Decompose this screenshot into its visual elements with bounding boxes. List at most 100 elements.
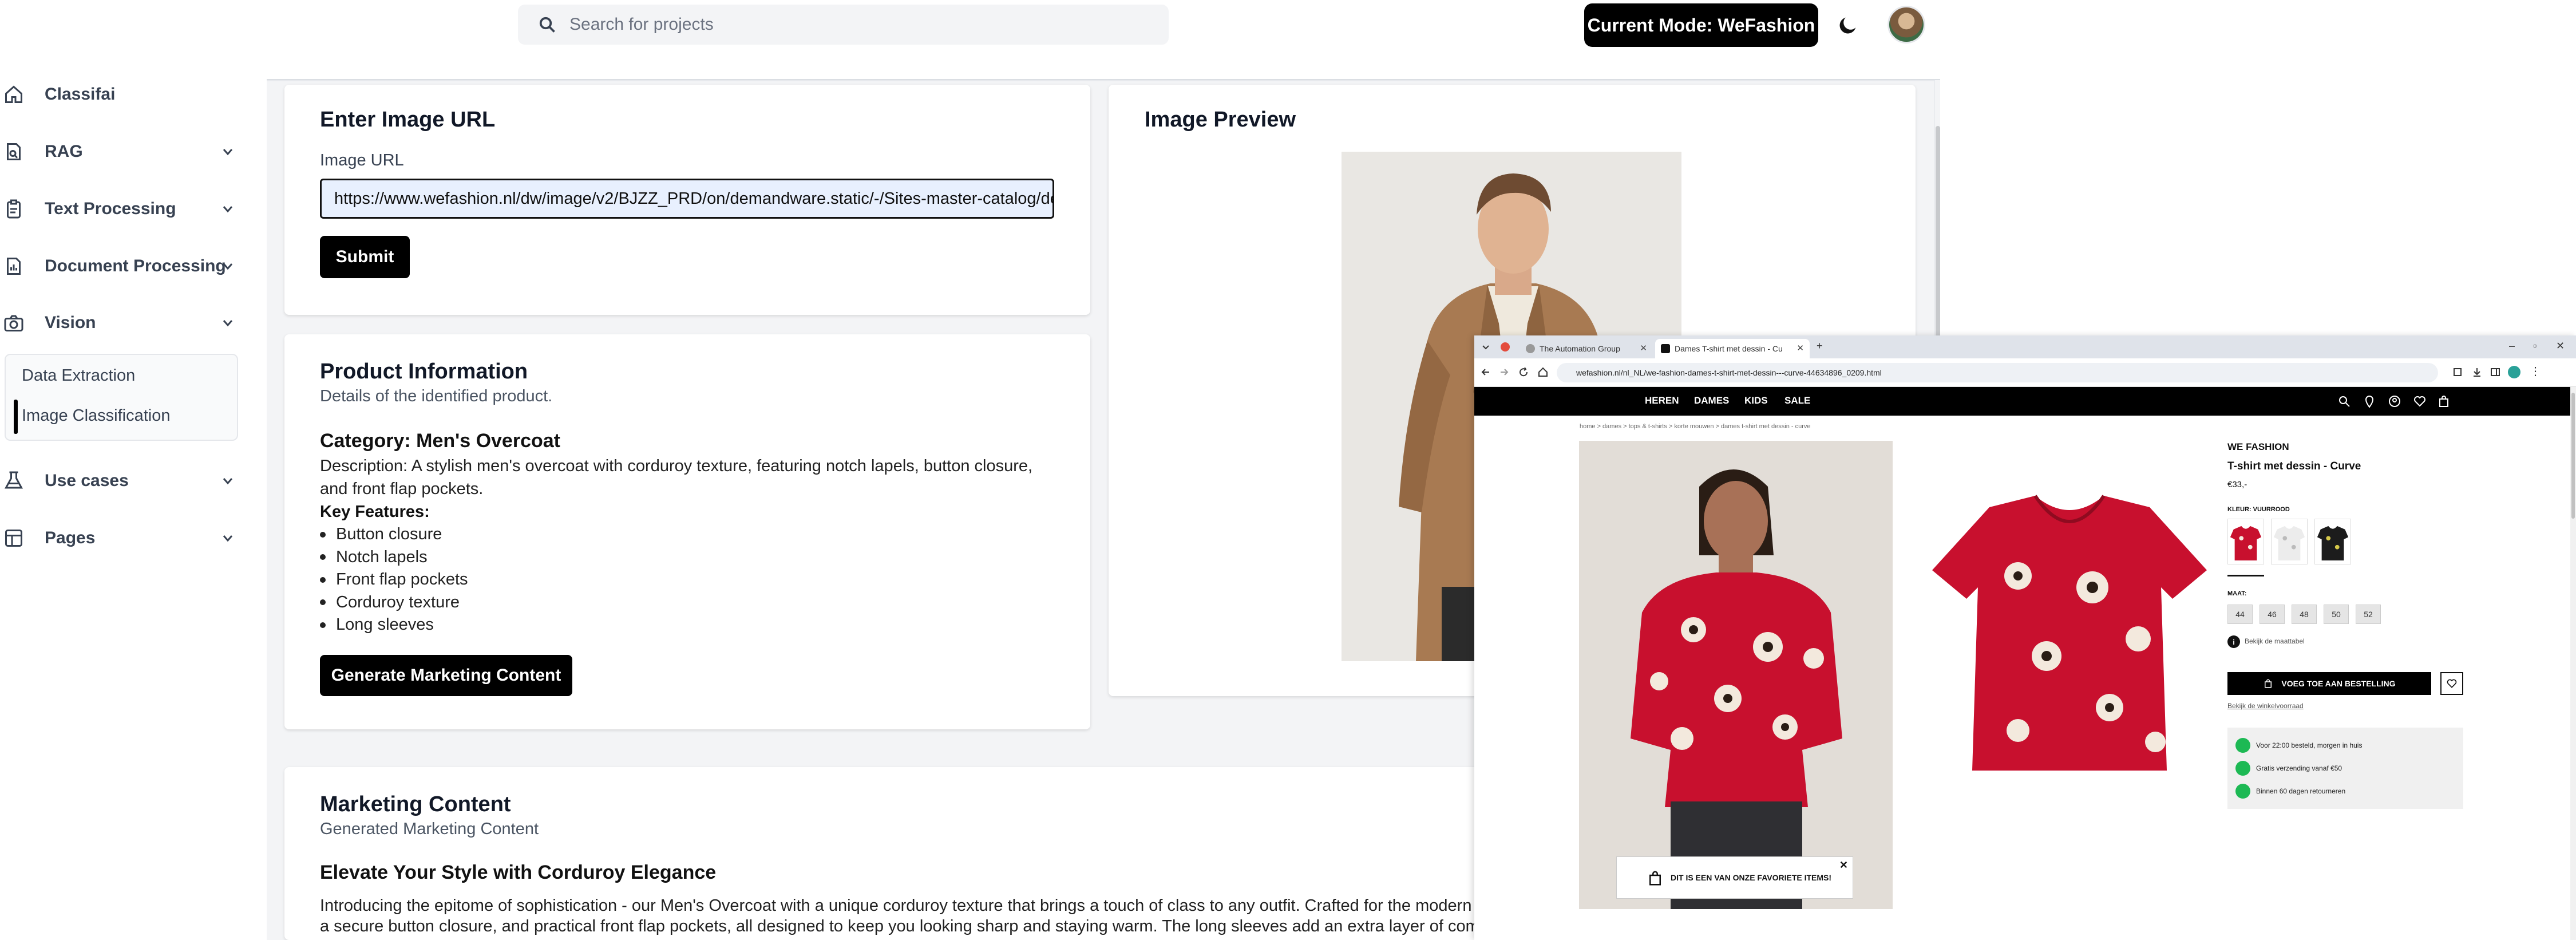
usp-text: Voor 22:00 besteld, morgen in huis (2256, 741, 2363, 749)
home-icon[interactable] (1537, 366, 1549, 378)
shopping-bag-icon (2265, 679, 2272, 688)
sidebar: Classifai RAG Text Processing Document P… (0, 69, 252, 940)
sidebar-item-pages[interactable]: Pages (0, 521, 240, 555)
tab-wefashion[interactable]: Dames T-shirt met dessin - Cu ✕ (1655, 339, 1810, 358)
close-icon[interactable]: ✕ (1640, 343, 1647, 353)
heart-icon (2447, 679, 2457, 688)
search-input[interactable]: Search for projects (518, 5, 1169, 45)
add-to-order-button[interactable]: VOEG TOE AAN BESTELLING (2227, 672, 2431, 695)
sidebar-item-use-cases[interactable]: Use cases (0, 464, 240, 498)
site-navigation: HEREN DAMES KIDS SALE (1474, 387, 2576, 416)
flask-icon (4, 471, 23, 489)
sidebar-item-label: Classifai (45, 85, 116, 104)
image-url-input[interactable]: https://www.wefashion.nl/dw/image/v2/BJZ… (320, 179, 1054, 219)
nav-link-dames[interactable]: DAMES (1694, 395, 1729, 406)
usp-item: Voor 22:00 besteld, morgen in huis (2235, 738, 2363, 753)
scrollbar-thumb[interactable] (2571, 393, 2575, 519)
tab-automation-group[interactable]: The Automation Group ✕ (1520, 339, 1653, 358)
layout-icon (5, 530, 22, 547)
sidebar-item-document-processing[interactable]: Document Processing (0, 249, 240, 283)
download-icon[interactable] (2471, 366, 2483, 378)
shopping-bag-icon[interactable] (2437, 394, 2451, 408)
product-description-line: and front flap pockets. (320, 480, 484, 498)
browser-scrollbar[interactable] (2570, 387, 2576, 940)
product-description-line: Description: A stylish men's overcoat wi… (320, 457, 1033, 475)
sidebar-item-vision[interactable]: Vision (0, 306, 240, 340)
wishlist-heart-icon[interactable] (2413, 394, 2427, 408)
generate-marketing-button[interactable]: Generate Marketing Content (320, 655, 572, 696)
size-option[interactable]: 50 (2324, 605, 2349, 624)
shopping-bag-icon (1649, 871, 1661, 886)
extensions-icon[interactable] (2452, 366, 2463, 378)
sidebar-item-classifai[interactable]: Classifai (0, 77, 240, 112)
new-tab-icon[interactable]: + (1817, 340, 1823, 352)
forward-arrow-icon[interactable] (1498, 366, 1510, 378)
sidebar-subitem-data-extraction[interactable]: Data Extraction (22, 366, 135, 385)
breadcrumb[interactable]: home > dames > tops & t-shirts > korte m… (1580, 423, 1811, 430)
profile-avatar[interactable] (2508, 366, 2520, 378)
nav-link-sale[interactable]: SALE (1784, 395, 1810, 406)
product-category: Category: Men's Overcoat (320, 430, 560, 452)
browser-window: The Automation Group ✕ Dames T-shirt met… (1474, 335, 2576, 940)
size-option[interactable]: 44 (2227, 605, 2253, 624)
product-photo-flatlay[interactable] (1921, 473, 2218, 793)
store-locator-icon[interactable] (2363, 394, 2376, 408)
kebab-menu-icon[interactable]: ⋮ (2530, 364, 2541, 378)
camera-icon (4, 315, 23, 331)
check-icon (2235, 784, 2250, 799)
size-option[interactable]: 52 (2356, 605, 2381, 624)
sidebar-subitem-image-classification[interactable]: Image Classification (22, 406, 171, 425)
card-subtitle: Details of the identified product. (320, 387, 553, 405)
color-swatch-white[interactable] (2271, 519, 2308, 564)
close-icon[interactable]: ✕ (1839, 859, 1848, 871)
submit-button[interactable]: Submit (320, 236, 410, 278)
favorite-banner: DIT IS EEN VAN ONZE FAVORIETE ITEMS! ✕ (1616, 856, 1853, 899)
back-arrow-icon[interactable] (1480, 366, 1491, 378)
sidebar-panel-icon[interactable] (2490, 366, 2501, 378)
add-to-order-label: VOEG TOE AAN BESTELLING (2281, 679, 2396, 688)
nav-link-kids[interactable]: KIDS (1744, 395, 1768, 406)
size-guide-link[interactable]: i Bekijk de maattabel (2227, 635, 2305, 648)
size-option[interactable]: 48 (2292, 605, 2317, 624)
sidebar-item-label: Vision (45, 313, 96, 332)
product-brand[interactable]: WE FASHION (2227, 441, 2289, 453)
sidebar-item-label: RAG (45, 142, 83, 161)
profile-icon[interactable] (1501, 342, 1510, 351)
globe-icon (1526, 344, 1535, 353)
card-subtitle: Generated Marketing Content (320, 820, 539, 838)
marketing-headline: Elevate Your Style with Corduroy Eleganc… (320, 862, 717, 883)
product-title: T-shirt met dessin - Curve (2227, 460, 2361, 472)
tab-search-icon[interactable] (1481, 342, 1490, 351)
vision-submenu: Data Extraction Image Classification (5, 354, 238, 441)
address-bar[interactable]: wefashion.nl/nl_NL/we-fashion-dames-t-sh… (1557, 363, 2438, 382)
product-photo-model[interactable] (1579, 441, 1893, 909)
close-icon[interactable]: ✕ (1797, 343, 1804, 353)
size-option[interactable]: 46 (2260, 605, 2285, 624)
features-list: Button closure Notch lapels Front flap p… (310, 523, 468, 637)
add-to-wishlist-button[interactable] (2440, 672, 2463, 695)
reload-icon[interactable] (1518, 366, 1529, 378)
search-icon[interactable] (2337, 394, 2351, 408)
marketing-body-line: Introducing the epitome of sophisticatio… (320, 896, 1677, 915)
nav-link-heren[interactable]: HEREN (1645, 395, 1679, 406)
sidebar-item-label: Use cases (45, 471, 129, 490)
moon-icon[interactable] (1837, 14, 1859, 37)
avatar[interactable] (1888, 6, 1925, 44)
list-item: Button closure (310, 523, 468, 546)
tab-label: Dames T-shirt met dessin - Cu (1675, 344, 1783, 353)
current-mode-button[interactable]: Current Mode: WeFashion (1584, 3, 1818, 47)
close-window-icon[interactable]: ✕ (2556, 340, 2565, 352)
sidebar-item-rag[interactable]: RAG (0, 135, 240, 169)
minimize-icon[interactable]: – (2509, 340, 2515, 352)
usp-item: Binnen 60 dagen retourneren (2235, 784, 2345, 799)
tab-label: The Automation Group (1540, 344, 1620, 353)
maximize-icon[interactable]: ▫ (2533, 340, 2537, 352)
search-icon (539, 17, 555, 33)
sidebar-item-text-processing[interactable]: Text Processing (0, 192, 240, 226)
color-swatch-red[interactable] (2227, 519, 2264, 564)
product-info-card: Product Information Details of the ident… (284, 334, 1090, 729)
sidebar-item-label: Document Processing (45, 256, 226, 275)
account-icon[interactable] (2388, 394, 2401, 408)
color-swatch-black[interactable] (2314, 519, 2351, 564)
store-stock-link[interactable]: Bekijk de winkelvoorraad (2227, 702, 2304, 710)
